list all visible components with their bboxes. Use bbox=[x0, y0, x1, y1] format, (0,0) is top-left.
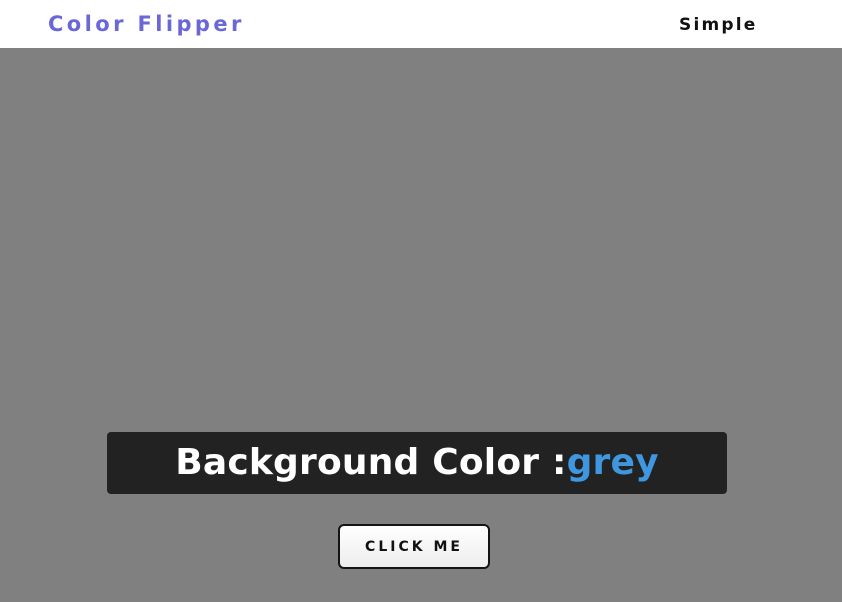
background-color-label: Background Color : bbox=[175, 442, 567, 483]
background-color-heading: Background Color :grey bbox=[175, 432, 659, 494]
navbar: Color Flipper Simple bbox=[0, 0, 842, 48]
nav-link-simple[interactable]: Simple bbox=[679, 13, 758, 37]
color-value: grey bbox=[566, 442, 659, 483]
color-display-panel: Background Color :grey bbox=[107, 432, 727, 494]
click-me-button[interactable]: CLICK ME bbox=[338, 524, 490, 569]
brand-logo-link[interactable]: Color Flipper bbox=[48, 10, 245, 38]
color-flipper-main: Background Color :grey CLICK ME bbox=[0, 48, 842, 602]
